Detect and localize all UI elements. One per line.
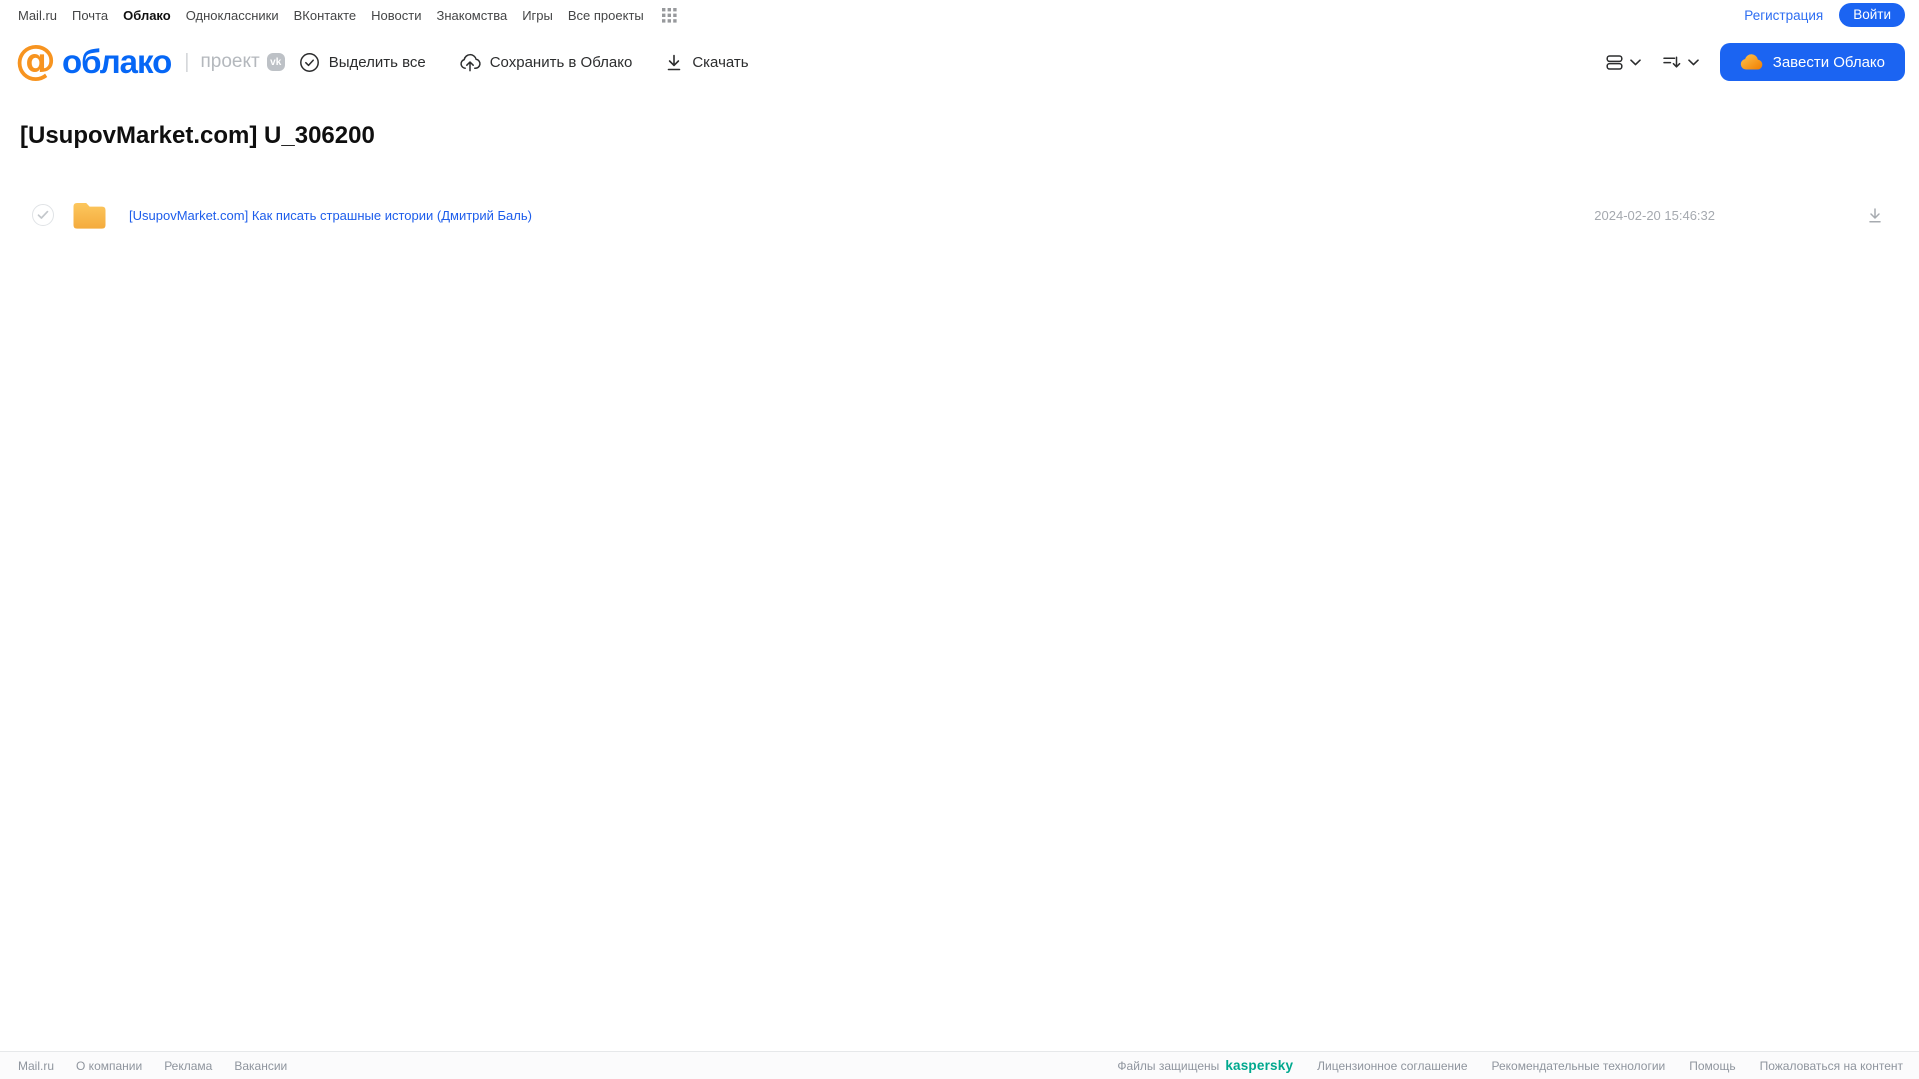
registration-link[interactable]: Регистрация bbox=[1744, 8, 1823, 23]
cloud-upload-icon bbox=[459, 52, 481, 72]
cloud-logo-icon bbox=[1740, 54, 1763, 70]
chevron-down-icon bbox=[1629, 58, 1641, 66]
sort-icon bbox=[1662, 54, 1681, 70]
footer-jobs-link[interactable]: Вакансии bbox=[234, 1059, 287, 1073]
footer-right-links: Файлы защищены kaspersky Лицензионное со… bbox=[1117, 1058, 1903, 1073]
footer-license-link[interactable]: Лицензионное соглашение bbox=[1317, 1059, 1467, 1073]
footer-recommendations-link[interactable]: Рекомендательные технологии bbox=[1492, 1059, 1666, 1073]
cloud-logo-text: облако bbox=[62, 43, 172, 80]
page-title: [UsupovMarket.com] U_306200 bbox=[20, 122, 375, 149]
cloud-header: @ облако | проект vk Выделить все Сохран… bbox=[0, 30, 1919, 94]
nav-odnoklassniki[interactable]: Одноклассники bbox=[186, 8, 279, 23]
nav-znakomstva[interactable]: Знакомства bbox=[436, 8, 507, 23]
file-name-link[interactable]: [UsupovMarket.com] Как писать страшные и… bbox=[129, 208, 532, 223]
login-button[interactable]: Войти bbox=[1839, 3, 1905, 27]
portal-topbar: Mail.ru Почта Облако Одноклассники ВКонт… bbox=[0, 0, 1919, 30]
project-label: проект bbox=[200, 51, 260, 72]
nav-mailru[interactable]: Mail.ru bbox=[18, 8, 57, 23]
nav-novosti[interactable]: Новости bbox=[371, 8, 421, 23]
sort-dropdown[interactable] bbox=[1662, 54, 1699, 70]
vk-badge-icon: vk bbox=[266, 53, 285, 71]
cloud-logo[interactable]: @ облако | проект vk bbox=[15, 36, 285, 84]
circle-check-icon bbox=[299, 52, 320, 73]
list-view-icon bbox=[1606, 54, 1623, 71]
row-download-icon[interactable] bbox=[1867, 207, 1883, 224]
chevron-down-icon bbox=[1687, 58, 1699, 66]
footer-report-link[interactable]: Пожаловаться на контент bbox=[1760, 1059, 1903, 1073]
footer-help-link[interactable]: Помощь bbox=[1689, 1059, 1735, 1073]
get-cloud-label: Завести Облако bbox=[1772, 53, 1885, 71]
logo-divider: | bbox=[184, 50, 190, 73]
footer: Mail.ru О компании Реклама Вакансии Файл… bbox=[0, 1051, 1919, 1079]
nav-oblako[interactable]: Облако bbox=[123, 8, 171, 23]
all-projects-grid-icon[interactable] bbox=[661, 7, 677, 23]
select-all-label: Выделить все bbox=[328, 53, 426, 71]
select-all-button[interactable]: Выделить все bbox=[299, 52, 426, 73]
toolbar: Выделить все Сохранить в Облако Скачать bbox=[299, 52, 749, 73]
download-icon bbox=[665, 53, 683, 72]
footer-left-links: Mail.ru О компании Реклама Вакансии bbox=[18, 1059, 287, 1073]
save-to-cloud-label: Сохранить в Облако bbox=[489, 53, 633, 71]
folder-icon[interactable] bbox=[72, 200, 107, 230]
get-cloud-button[interactable]: Завести Облако bbox=[1719, 43, 1905, 81]
nav-pochta[interactable]: Почта bbox=[72, 8, 108, 23]
nav-vkontakte[interactable]: ВКонтакте bbox=[294, 8, 357, 23]
nav-all-projects[interactable]: Все проекты bbox=[568, 8, 644, 23]
mailru-at-icon: @ bbox=[15, 36, 56, 84]
file-row[interactable]: [UsupovMarket.com] Как писать страшные и… bbox=[0, 195, 1919, 235]
header-right-controls: Завести Облако bbox=[1606, 43, 1905, 81]
main-content: [UsupovMarket.com] U_306200 [UsupovMarke… bbox=[0, 94, 1919, 1051]
row-checkbox[interactable] bbox=[32, 204, 54, 226]
download-label: Скачать bbox=[692, 53, 749, 71]
footer-about-link[interactable]: О компании bbox=[76, 1059, 142, 1073]
footer-ads-link[interactable]: Реклама bbox=[164, 1059, 212, 1073]
file-date: 2024-02-20 15:46:32 bbox=[1594, 207, 1715, 223]
footer-mailru-link[interactable]: Mail.ru bbox=[18, 1059, 54, 1073]
save-to-cloud-button[interactable]: Сохранить в Облако bbox=[459, 52, 633, 72]
kaspersky-logo[interactable]: kaspersky bbox=[1225, 1058, 1293, 1073]
view-mode-dropdown[interactable] bbox=[1606, 54, 1641, 71]
nav-igry[interactable]: Игры bbox=[522, 8, 553, 23]
portal-links: Mail.ru Почта Облако Одноклассники ВКонт… bbox=[18, 7, 677, 23]
kaspersky-protection: Файлы защищены kaspersky bbox=[1117, 1058, 1293, 1073]
download-button[interactable]: Скачать bbox=[665, 53, 749, 72]
files-protected-label: Файлы защищены bbox=[1117, 1058, 1220, 1073]
portal-auth: Регистрация Войти bbox=[1744, 3, 1905, 27]
